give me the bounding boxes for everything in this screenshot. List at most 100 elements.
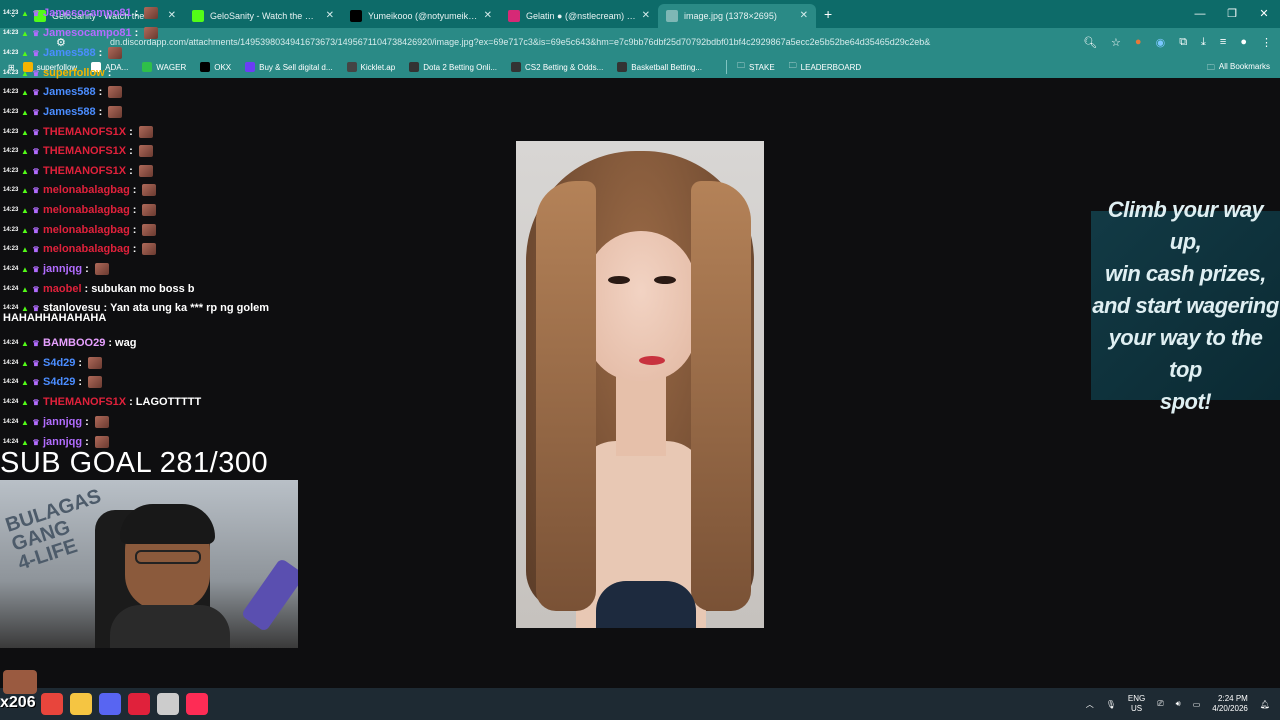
obs-icon[interactable] xyxy=(157,693,179,715)
chat-message: 14:23 ▲ ♛ THEMANOFS1X: xyxy=(3,126,153,138)
bookmark-item[interactable]: Dota 2 Betting Onli... xyxy=(409,62,497,72)
browser-tab[interactable]: Gelatin ● (@nstlecream) • Ins ✕ xyxy=(500,4,658,28)
chat-username[interactable]: jannjqg xyxy=(43,263,82,275)
chat-username[interactable]: S4d29 xyxy=(43,376,75,388)
bookmark-star-icon[interactable]: ☆ xyxy=(1111,36,1121,49)
tab-close-icon[interactable]: ✕ xyxy=(326,10,334,21)
media-icon[interactable]: ≡ xyxy=(1220,36,1226,49)
discord-icon[interactable] xyxy=(99,693,121,715)
chat-message: 14:24 ▲ ♛ jannjqg: xyxy=(3,263,109,275)
tab-label: Gelatin ● (@nstlecream) • Ins xyxy=(526,10,636,21)
language-indicator[interactable]: ENG US xyxy=(1128,694,1145,714)
subscriber-badge-icon: ♛ xyxy=(32,8,40,18)
chat-timestamp: 14:23 xyxy=(3,207,19,213)
tab-close-icon[interactable]: ✕ xyxy=(642,10,650,21)
chat-username[interactable]: melonabalagbag xyxy=(43,184,130,196)
kick-badge-icon: ▲ xyxy=(21,397,29,407)
bookmark-item[interactable]: Kicklet.ap xyxy=(346,62,396,72)
tiktok-icon xyxy=(350,9,362,22)
chat-username[interactable]: James588 xyxy=(43,47,96,59)
chat-username[interactable]: melonabalagbag xyxy=(43,243,130,255)
browser-tab[interactable]: Yumeikooo (@notyumeikooo) | ✕ xyxy=(342,4,500,28)
chat-separator: : xyxy=(85,416,89,428)
browser-tab[interactable]: image.jpg (1378×2695) ✕ xyxy=(658,3,816,28)
chat-username[interactable]: James588 xyxy=(43,86,96,98)
new-tab-button[interactable]: + xyxy=(824,6,832,22)
zoom-icon[interactable]: 🔍︎ xyxy=(1083,36,1097,49)
extension-fox-icon[interactable]: ● xyxy=(1135,36,1142,49)
download-icon[interactable]: ⤓ xyxy=(1201,36,1206,49)
bookmark-folder[interactable]: 🗀 LEADERBOARD xyxy=(789,60,861,74)
volume-icon[interactable]: 🔊︎ xyxy=(1176,699,1181,709)
chat-username[interactable]: superfollow xyxy=(43,67,105,79)
subscriber-badge-icon: ♛ xyxy=(32,244,40,254)
bookmark-item[interactable]: CS2 Betting & Odds... xyxy=(511,62,603,72)
chrome-icon[interactable] xyxy=(41,693,63,715)
restore-icon[interactable]: ❐ xyxy=(1216,0,1248,28)
chat-separator: : xyxy=(107,67,112,79)
tray-expand-icon[interactable]: ︿ xyxy=(1086,699,1094,710)
chat-username[interactable]: THEMANOFS1X xyxy=(43,126,126,138)
tab-close-icon[interactable]: ✕ xyxy=(484,10,492,21)
kick-badge-icon: ▲ xyxy=(21,127,29,137)
tab-label: GeloSanity - Watch the VOD xyxy=(210,10,320,21)
bookmark-item[interactable]: Buy & Sell digital d... xyxy=(245,62,333,72)
browser-tab[interactable]: GeloSanity - Watch the VOD ✕ xyxy=(184,4,342,28)
extensions-icon[interactable]: ⧉ xyxy=(1179,36,1187,49)
chat-username[interactable]: jannjqg xyxy=(43,416,82,428)
bookmark-separator xyxy=(726,60,728,74)
bookmark-label: Kicklet.ap xyxy=(360,62,396,72)
tab-close-icon[interactable]: ✕ xyxy=(168,10,176,21)
chat-message: 14:24 ▲ ♛ S4d29: xyxy=(3,357,103,369)
microphone-icon[interactable]: 🎙︎ xyxy=(1106,700,1116,709)
folder-icon: 🗀 xyxy=(788,61,797,70)
emote-badge: x206 xyxy=(0,670,40,716)
chat-username[interactable]: Jamesocampo81 xyxy=(43,7,132,19)
menu-icon[interactable]: ⋮ xyxy=(1261,36,1272,49)
file-explorer-icon[interactable] xyxy=(70,693,92,715)
tab-close-icon[interactable]: ✕ xyxy=(800,10,808,21)
chat-username[interactable]: S4d29 xyxy=(43,357,75,369)
clock[interactable]: 2:24 PM 4/20/2026 xyxy=(1212,694,1248,714)
subscriber-badge-icon: ♛ xyxy=(32,87,40,97)
chat-username[interactable]: THEMANOFS1X xyxy=(43,145,126,157)
chat-username[interactable]: THEMANOFS1X xyxy=(43,396,126,408)
tiktok-live-icon[interactable] xyxy=(186,693,208,715)
bookmark-item[interactable]: OKX xyxy=(200,62,231,72)
audio-icon[interactable]: ◉ xyxy=(1156,36,1166,49)
kick-badge-icon: ▲ xyxy=(21,377,29,387)
chat-timestamp: 14:23 xyxy=(3,109,19,115)
chat-username[interactable]: Jamesocampo81 xyxy=(43,27,132,39)
notification-icon[interactable]: 🔔︎ xyxy=(1260,700,1270,709)
network-icon[interactable]: ⎚ xyxy=(1157,699,1163,709)
chat-message: 14:23 ▲ ♛ superfollow: xyxy=(3,67,111,79)
chat-text: wag xyxy=(115,337,137,349)
bookmark-item[interactable]: Basketball Betting... xyxy=(617,62,702,72)
close-icon[interactable]: ✕ xyxy=(1248,0,1280,28)
battery-icon[interactable]: ▭ xyxy=(1193,700,1201,709)
sub-goal-text: SUB GOAL 281/300 xyxy=(0,447,269,479)
chat-timestamp: 14:24 xyxy=(3,379,19,385)
url-field[interactable]: dn.discordapp.com/attachments/1495398034… xyxy=(110,37,930,47)
chat-separator: : xyxy=(84,283,89,295)
subscriber-badge-icon: ♛ xyxy=(32,68,40,78)
profile-avatar[interactable]: ● xyxy=(1240,36,1247,49)
all-bookmarks[interactable]: 🗀 All Bookmarks xyxy=(1207,62,1270,76)
chat-username[interactable]: BAMBOO29 xyxy=(43,337,105,349)
chat-timestamp: 14:23 xyxy=(3,187,19,193)
subscriber-badge-icon: ♛ xyxy=(32,146,40,156)
minimize-icon[interactable]: — xyxy=(1184,0,1216,28)
chat-username[interactable]: maobel xyxy=(43,283,82,295)
chat-username[interactable]: James588 xyxy=(43,106,96,118)
chat-username[interactable]: melonabalagbag xyxy=(43,204,130,216)
subscriber-badge-icon: ♛ xyxy=(32,127,40,137)
bookmark-item[interactable]: WAGER xyxy=(142,62,186,72)
bookmark-folder[interactable]: 🗀 STAKE xyxy=(737,60,775,74)
kick-badge-icon: ▲ xyxy=(21,68,29,78)
chat-username[interactable]: melonabalagbag xyxy=(43,224,130,236)
app-a-icon[interactable] xyxy=(128,693,150,715)
promo-line: spot! xyxy=(1159,388,1212,414)
emote-face xyxy=(3,670,37,694)
wager-promo-banner: Climb your way up, win cash prizes, and … xyxy=(1091,197,1280,414)
chat-username[interactable]: THEMANOFS1X xyxy=(43,165,126,177)
